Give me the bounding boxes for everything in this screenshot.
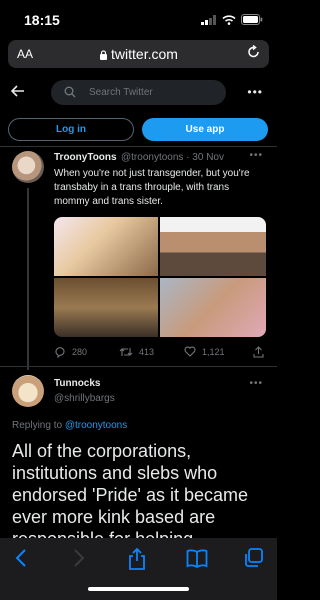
tweet-author-name[interactable]: Tunnocks — [54, 378, 100, 389]
avatar[interactable] — [12, 151, 44, 183]
tweet-more-button[interactable]: ••• — [249, 150, 263, 161]
like-count: 1,121 — [202, 346, 225, 357]
url-text: twitter.com — [111, 46, 178, 62]
tweet-author-name[interactable]: TroonyToons — [54, 152, 117, 163]
avatar[interactable] — [12, 375, 44, 407]
retweet-icon — [119, 348, 133, 356]
use-app-button[interactable]: Use app — [142, 118, 268, 141]
divider — [0, 146, 277, 147]
status-time: 18:15 — [24, 12, 60, 28]
thread-line — [27, 188, 29, 370]
lock-icon — [100, 50, 108, 60]
status-icons — [201, 14, 263, 25]
replying-to: Replying to @troonytoons — [12, 420, 127, 431]
tabs-icon[interactable] — [244, 548, 264, 568]
replying-to-label: Replying to — [12, 420, 63, 431]
back-arrow-icon[interactable] — [11, 85, 25, 97]
tweet-more-button[interactable]: ••• — [249, 378, 263, 389]
share-icon[interactable] — [128, 548, 146, 570]
heart-icon — [184, 346, 196, 357]
search-placeholder: Search Twitter — [89, 87, 153, 98]
share-action[interactable] — [253, 346, 264, 358]
tweet-text: When you're not just transgender, but yo… — [54, 168, 250, 207]
share-icon — [253, 346, 264, 358]
divider — [0, 366, 277, 367]
like-action[interactable]: 1,121 — [184, 346, 225, 357]
search-icon — [64, 86, 76, 98]
media-image[interactable] — [160, 217, 266, 276]
wifi-icon — [222, 14, 236, 25]
back-icon[interactable] — [14, 548, 28, 568]
reload-icon[interactable] — [247, 45, 261, 59]
tweet-text: All of the corporations, institutions an… — [12, 441, 249, 542]
url-display[interactable]: twitter.com — [0, 46, 277, 62]
media-image[interactable] — [54, 278, 158, 337]
signal-icon — [201, 14, 216, 25]
reply-icon — [55, 347, 65, 358]
tweet-media-grid[interactable] — [54, 217, 266, 337]
forward-icon[interactable] — [72, 548, 86, 568]
login-button[interactable]: Log in — [8, 118, 134, 141]
home-indicator — [88, 587, 189, 591]
retweet-action[interactable]: 413 — [119, 346, 154, 358]
tweet-author-handle[interactable]: @shrillybargs — [54, 393, 115, 404]
reply-count: 280 — [72, 347, 88, 357]
reply-action[interactable]: 280 — [54, 346, 87, 358]
replying-to-link[interactable]: @troonytoons — [65, 420, 127, 431]
media-image[interactable] — [54, 217, 158, 276]
media-image[interactable] — [160, 278, 266, 337]
battery-icon — [241, 14, 263, 25]
retweet-count: 413 — [139, 347, 155, 357]
more-options-button[interactable]: ••• — [247, 85, 263, 99]
tweet-author-meta[interactable]: @troonytoons · 30 Nov — [121, 152, 224, 163]
bookmarks-icon[interactable] — [186, 548, 208, 568]
